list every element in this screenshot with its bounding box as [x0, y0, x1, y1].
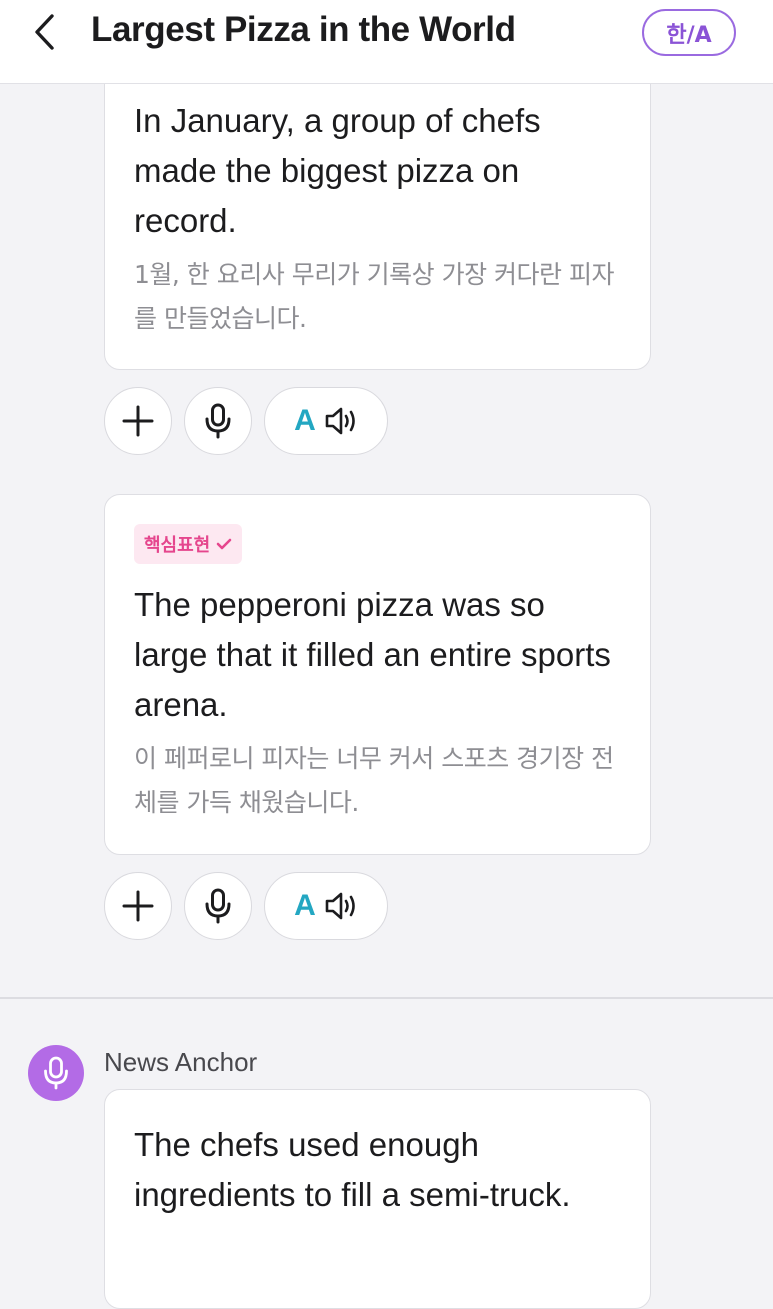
header-bar: Largest Pizza in the World 한/A	[0, 0, 773, 84]
microphone-icon	[205, 888, 231, 924]
check-icon	[216, 538, 232, 550]
message-card: In January, a group of chefs made the bi…	[104, 40, 651, 370]
badge-label: 핵심표현	[144, 535, 211, 556]
english-sentence[interactable]: The chefs used enough ingredients to fil…	[134, 1120, 624, 1220]
back-button[interactable]	[26, 12, 62, 52]
record-button[interactable]	[184, 387, 252, 455]
play-audio-button[interactable]: A	[264, 872, 388, 940]
korean-translation: 1월, 한 요리사 무리가 기록상 가장 커다란 피자를 만들었습니다.	[134, 260, 614, 333]
plus-icon	[122, 890, 154, 922]
plus-icon	[122, 405, 154, 437]
add-button[interactable]	[104, 387, 172, 455]
audio-label: A	[294, 404, 316, 437]
speaker-icon	[325, 407, 355, 435]
message-card: 핵심표현 The pepperoni pizza was so large th…	[104, 494, 651, 855]
message-card: The chefs used enough ingredients to fil…	[104, 1089, 651, 1309]
key-expression-badge: 핵심표현	[134, 524, 243, 564]
english-sentence[interactable]: The pepperoni pizza was so large that it…	[134, 580, 624, 730]
microphone-icon	[44, 1056, 68, 1090]
english-sentence[interactable]: In January, a group of chefs made the bi…	[134, 96, 624, 246]
page-title: Largest Pizza in the World	[91, 10, 516, 49]
microphone-icon	[205, 403, 231, 439]
play-audio-button[interactable]: A	[264, 387, 388, 455]
language-toggle-button[interactable]: 한/A	[642, 9, 736, 56]
speaker-name: News Anchor	[104, 1047, 258, 1077]
audio-label: A	[294, 889, 316, 922]
speaker-icon	[325, 892, 355, 920]
speaker-avatar	[28, 1045, 84, 1101]
add-button[interactable]	[104, 872, 172, 940]
record-button[interactable]	[184, 872, 252, 940]
chevron-left-icon	[35, 14, 54, 50]
korean-translation: 이 페퍼로니 피자는 너무 커서 스포츠 경기장 전체를 가득 채웠습니다.	[134, 744, 614, 817]
section-divider	[0, 997, 773, 999]
